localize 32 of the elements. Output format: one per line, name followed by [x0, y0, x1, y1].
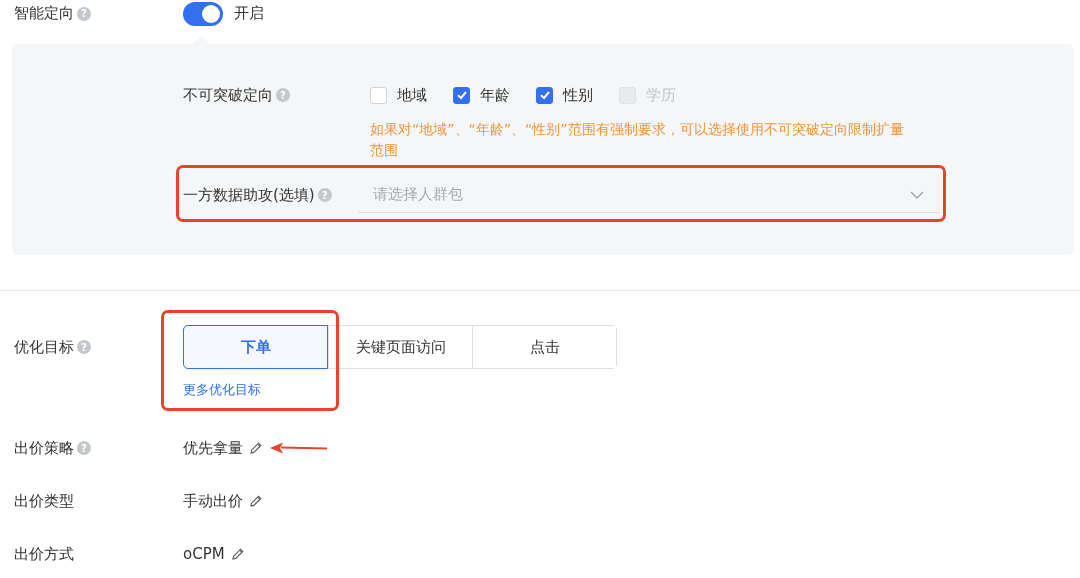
pencil-icon[interactable]: [230, 547, 245, 561]
field-value: 优先拿量: [183, 438, 243, 458]
checkbox[interactable]: [453, 86, 470, 104]
toggle-label: 开启: [234, 4, 264, 23]
field-value: 手动出价: [183, 491, 243, 511]
checkbox[interactable]: [536, 86, 553, 104]
field-value: oCPM: [183, 545, 225, 563]
hint-text: 如果对“地域”、“年龄”、“性别”范围有强制要求，可以选择使用不可突破定向限制扩量范围: [370, 120, 905, 160]
check-icon: [538, 89, 551, 101]
pencil-icon[interactable]: [249, 441, 263, 455]
help-icon: ?: [77, 340, 91, 354]
checkbox-label: 性别: [563, 85, 593, 105]
more-link[interactable]: 更多优化目标: [183, 381, 261, 399]
help-icon: ?: [317, 188, 332, 202]
chevron-down-icon: [910, 190, 924, 199]
toggle-switch[interactable]: [183, 1, 223, 26]
checkbox-label: 地域: [397, 85, 427, 105]
check-icon: [455, 89, 468, 101]
checkbox-label: 年龄: [480, 85, 510, 105]
field-label: 一方数据助攻(选填): [183, 185, 315, 205]
segment-tab[interactable]: 点击: [472, 326, 616, 368]
help-icon: ?: [77, 441, 91, 455]
field-label: 出价方式: [14, 544, 74, 564]
field-label: 出价策略: [14, 438, 74, 458]
field-label: 出价类型: [14, 491, 74, 511]
pencil-icon[interactable]: [249, 494, 263, 508]
field-label: 不可突破定向: [183, 85, 273, 105]
help-icon: ?: [77, 6, 91, 21]
segment-tab[interactable]: 下单: [183, 325, 328, 369]
field-label: 智能定向: [14, 4, 74, 23]
field-label: 优化目标: [14, 337, 74, 357]
help-icon: ?: [276, 88, 290, 102]
